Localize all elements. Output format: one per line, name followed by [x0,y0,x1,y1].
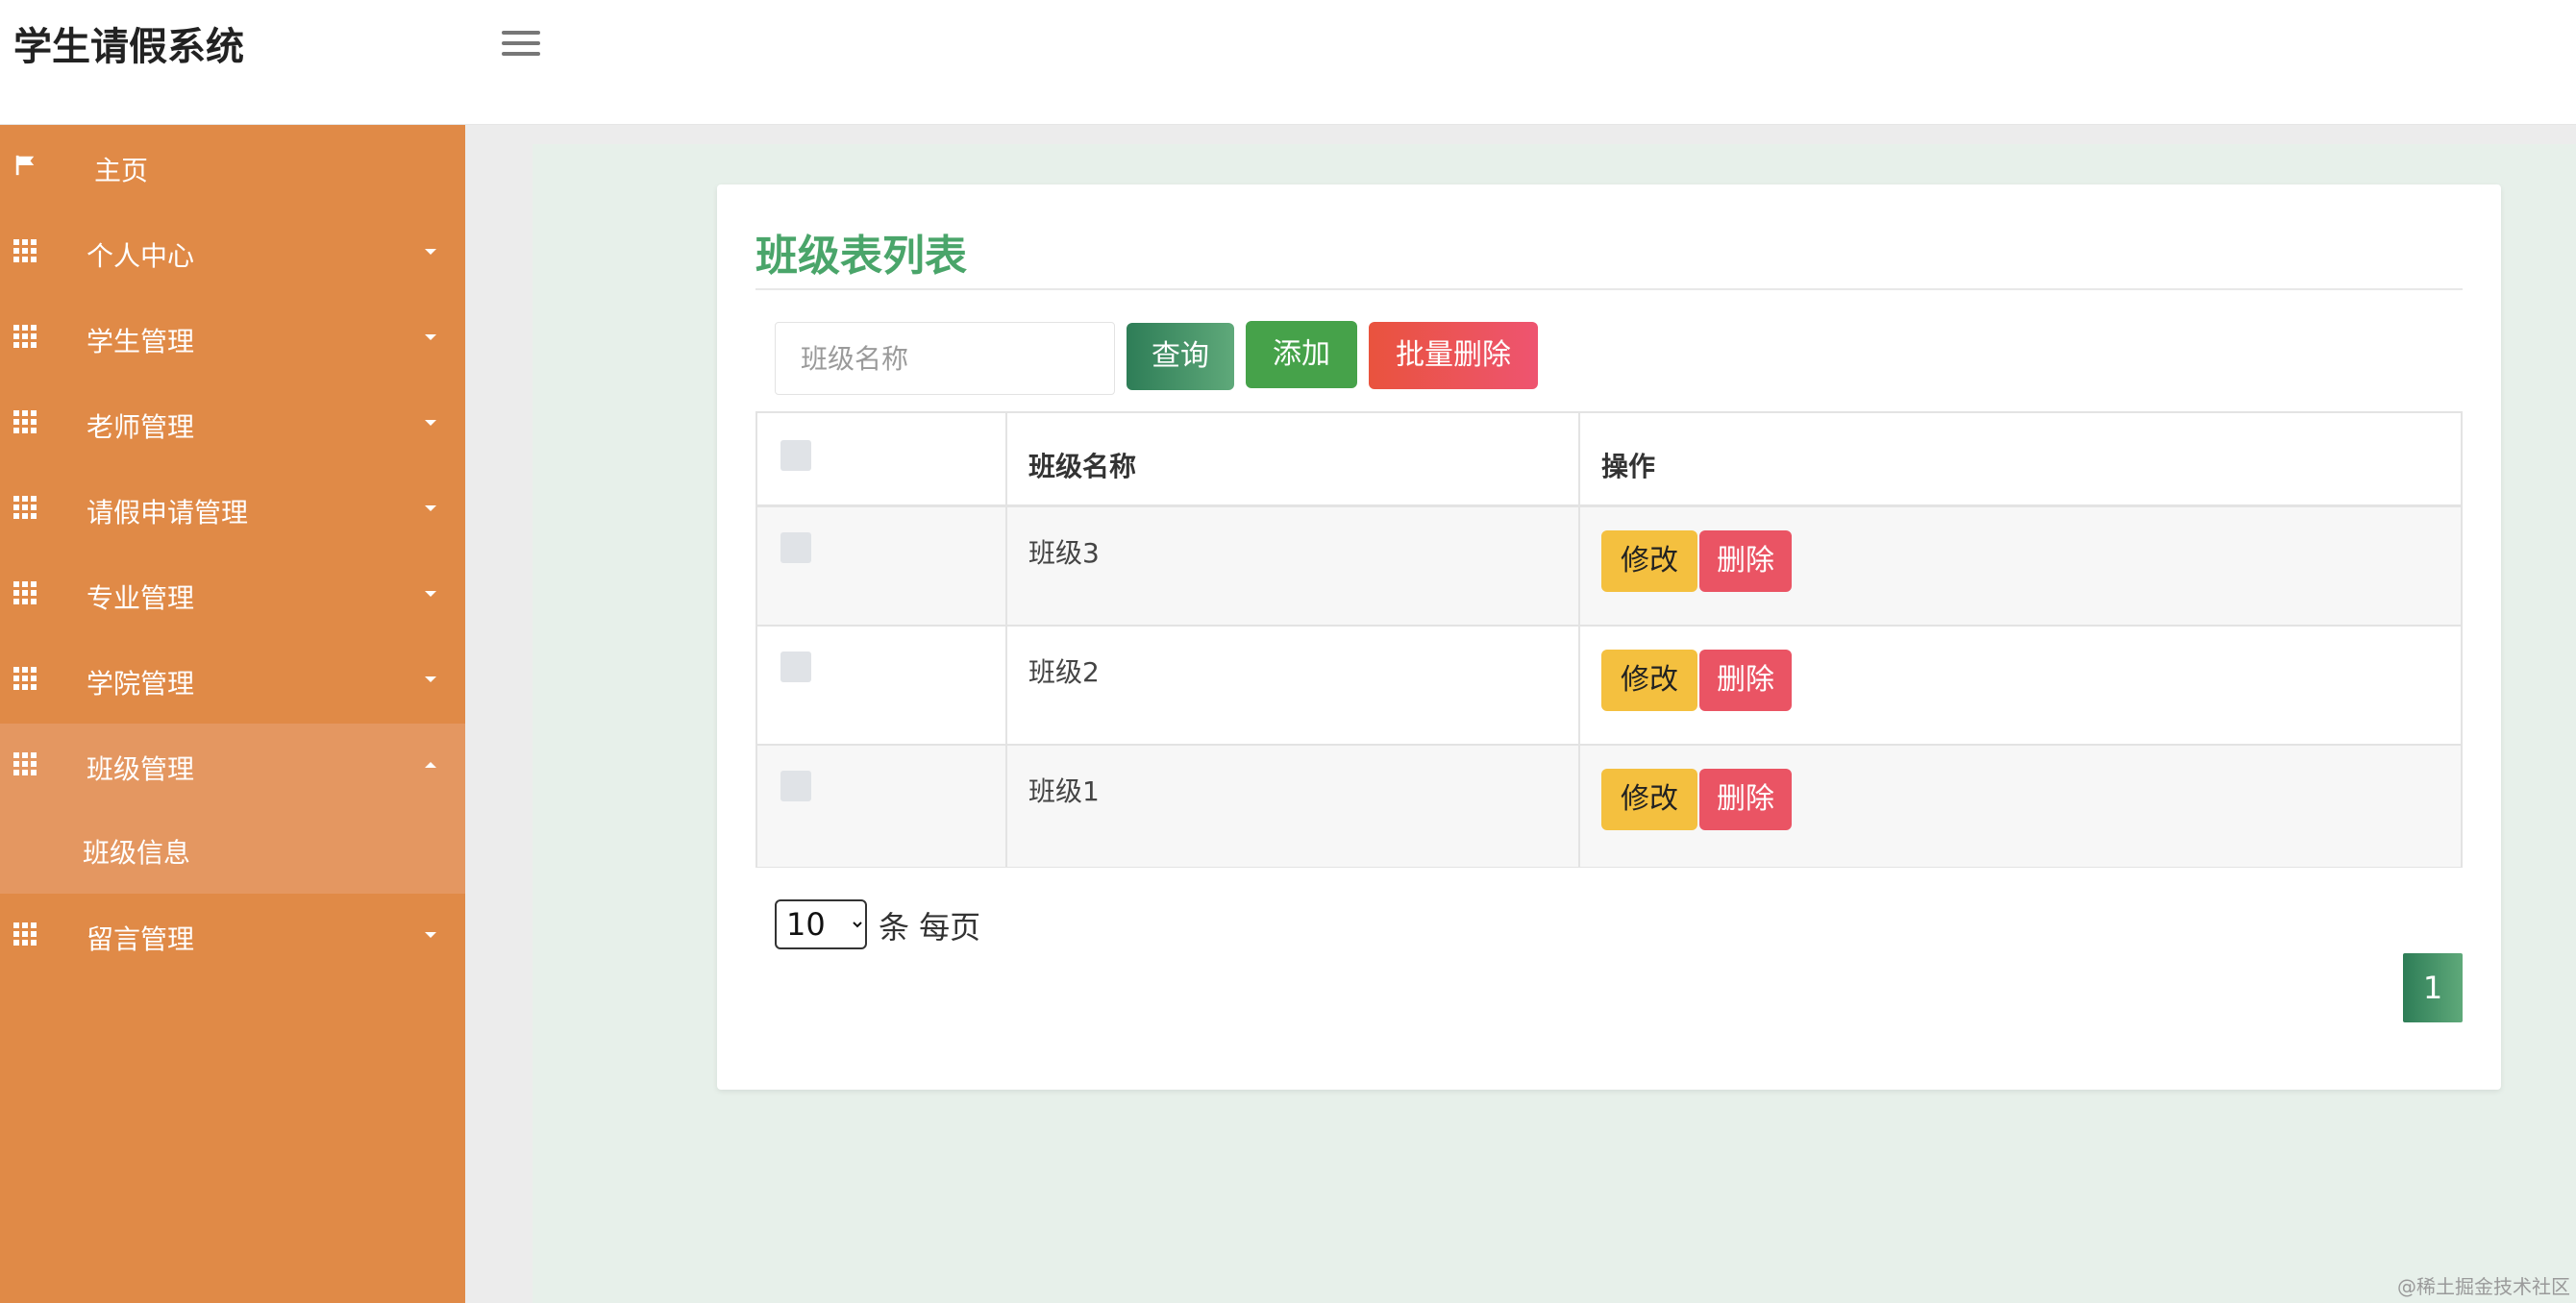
query-button[interactable]: 查询 [1127,323,1234,390]
sidebar-item-teachers[interactable]: 老师管理 [0,381,465,467]
sidebar-item-label: 班级管理 [87,753,195,785]
watermark: @稀土掘金技术社区 [2397,1275,2570,1298]
edit-button[interactable]: 修改 [1601,769,1697,830]
select-all-checkbox[interactable] [780,440,811,471]
grid-icon [13,922,37,946]
class-table: 班级名称 操作 班级3 修改 删除 班级2 修改 删除 班级1 修改 删除 [755,411,2463,868]
sidebar-item-label: 留言管理 [87,923,195,955]
caret-down-icon [425,505,436,511]
sidebar-item-home[interactable]: 主页 [0,125,465,210]
batch-delete-button[interactable]: 批量删除 [1369,322,1538,389]
grid-icon [13,239,37,262]
column-divider [1005,413,1007,867]
delete-button[interactable]: 删除 [1699,769,1792,830]
flag-icon [15,155,35,176]
sidebar-item-label: 个人中心 [87,240,195,272]
grid-icon [13,325,37,348]
row-checkbox[interactable] [780,771,811,801]
sidebar-item-students[interactable]: 学生管理 [0,296,465,381]
delete-button[interactable]: 删除 [1699,530,1792,592]
column-header-actions: 操作 [1601,451,1656,482]
sidebar-subitem-class-info[interactable]: 班级信息 [0,809,465,894]
caret-down-icon [425,676,436,682]
sidebar-item-leave-requests[interactable]: 请假申请管理 [0,467,465,553]
sidebar-item-classes[interactable]: 班级管理 [0,724,465,809]
table-row: 班级2 修改 删除 [757,627,2461,746]
search-input[interactable] [775,322,1115,395]
page-size-select[interactable]: 10 [775,899,867,949]
per-page-label: 条 每页 [879,909,981,946]
top-bar: 学生请假系统 [0,0,2576,125]
sidebar-item-majors[interactable]: 专业管理 [0,553,465,638]
app-title: 学生请假系统 [13,25,244,69]
caret-down-icon [425,249,436,255]
page-title: 班级表列表 [755,232,967,281]
menu-toggle-icon[interactable] [502,31,540,61]
delete-button[interactable]: 删除 [1699,650,1792,711]
sidebar-item-colleges[interactable]: 学院管理 [0,638,465,724]
sidebar-item-label: 老师管理 [87,411,195,443]
grid-icon [13,496,37,519]
caret-down-icon [425,420,436,426]
caret-down-icon [425,334,436,340]
caret-down-icon [425,591,436,597]
sidebar-item-label: 学生管理 [87,326,195,357]
table-row: 班级1 修改 删除 [757,746,2461,867]
column-header-class-name: 班级名称 [1028,451,1137,482]
content-top-gap [465,125,2576,144]
add-button[interactable]: 添加 [1246,321,1357,388]
sidebar-item-messages[interactable]: 留言管理 [0,894,465,979]
class-name-cell: 班级3 [1028,537,1100,569]
sidebar-item-profile[interactable]: 个人中心 [0,210,465,296]
sidebar-subitem-label: 班级信息 [83,837,191,869]
list-card: 班级表列表 查询 添加 批量删除 班级名称 操作 班级3 修改 删除 班级2 修… [717,184,2501,1090]
row-checkbox[interactable] [780,652,811,682]
sidebar-item-label: 学院管理 [87,668,195,700]
column-divider [1578,413,1580,867]
title-divider [755,288,2463,290]
row-checkbox[interactable] [780,532,811,563]
edit-button[interactable]: 修改 [1601,650,1697,711]
sidebar: 主页 个人中心 学生管理 老师管理 请假申请管理 专业管理 学院管理 班级管理 … [0,125,465,1303]
table-row: 班级3 修改 删除 [757,507,2461,627]
page-1-button[interactable]: 1 [2403,953,2463,1022]
grid-icon [13,410,37,433]
class-name-cell: 班级1 [1028,775,1100,807]
table-header-row: 班级名称 操作 [757,413,2461,507]
sidebar-item-label: 专业管理 [87,582,195,614]
class-name-cell: 班级2 [1028,656,1100,688]
content-gutter [465,125,533,1303]
caret-down-icon [425,932,436,938]
sidebar-item-label: 请假申请管理 [87,497,249,529]
edit-button[interactable]: 修改 [1601,530,1697,592]
grid-icon [13,752,37,775]
caret-up-icon [425,762,436,768]
grid-icon [13,581,37,604]
grid-icon [13,667,37,690]
sidebar-item-label: 主页 [94,155,149,186]
